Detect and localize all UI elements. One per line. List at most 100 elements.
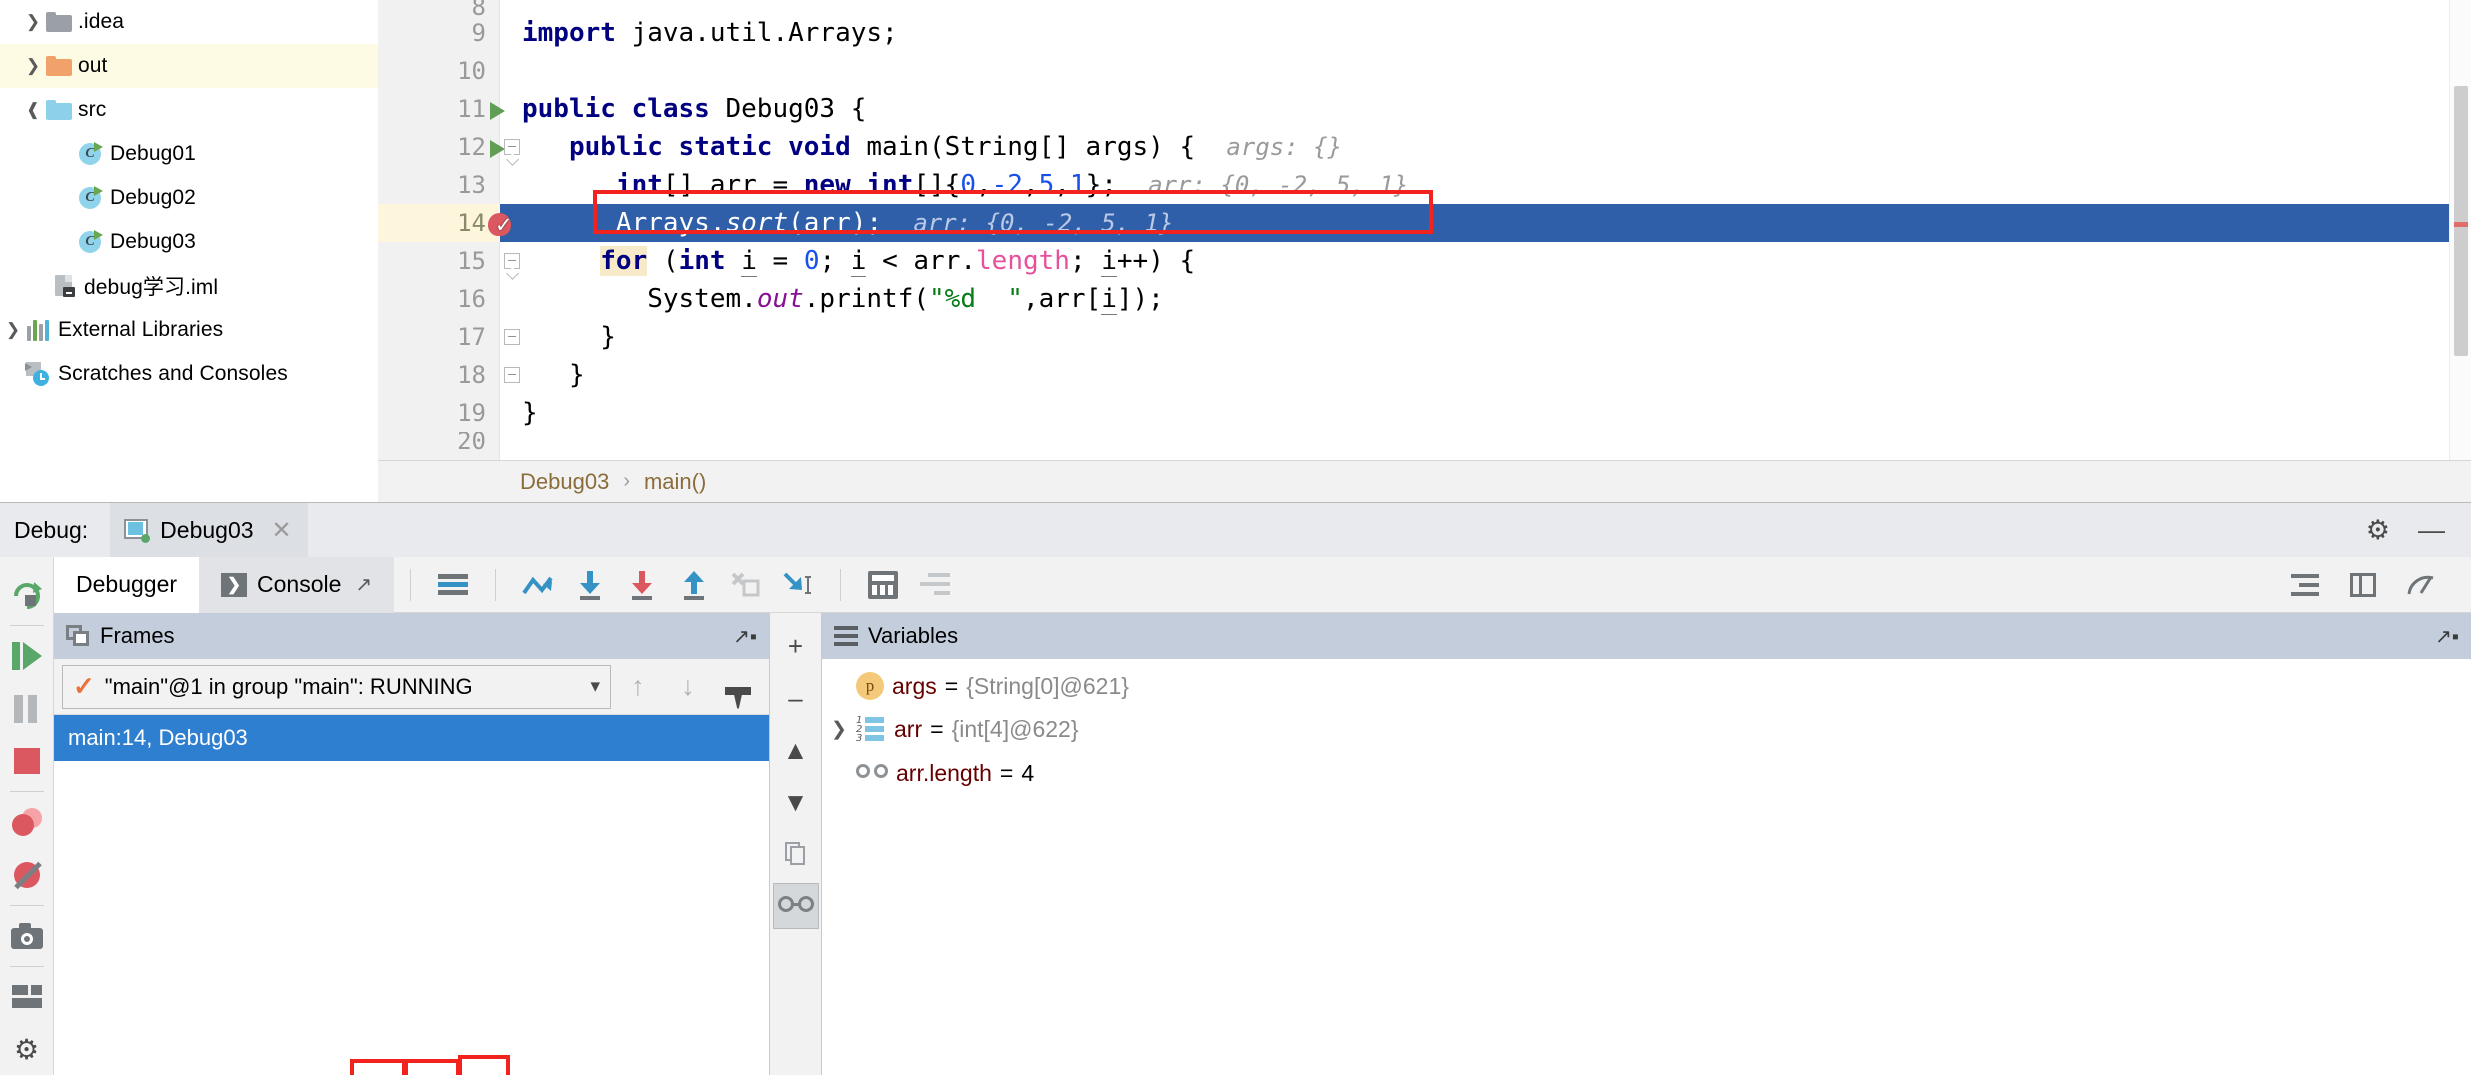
view-breakpoints-button[interactable] bbox=[0, 796, 54, 848]
chevron-right-icon[interactable]: ❯ bbox=[822, 718, 856, 741]
variables-panel[interactable]: Variables ↗▪ p args = {String[0]@621} ❯ … bbox=[822, 613, 2471, 1075]
pin-icon[interactable]: ↗▪ bbox=[733, 624, 757, 649]
sort-lines-button[interactable] bbox=[909, 559, 961, 611]
pin-icon[interactable]: ↗▪ bbox=[2435, 624, 2459, 649]
debugger-tabstrip[interactable]: Debugger ❯ Console ↗ bbox=[54, 557, 2471, 613]
line-number: 15 bbox=[378, 242, 486, 280]
layout-button[interactable] bbox=[0, 971, 54, 1023]
breakpoint-icon[interactable]: ✓ bbox=[488, 210, 513, 236]
settings-button[interactable]: ⚙ bbox=[0, 1024, 54, 1075]
code-line[interactable]: 18 – } bbox=[378, 356, 2471, 394]
code-line[interactable]: 12 – public static void main(String[] ar… bbox=[378, 128, 2471, 166]
rerun-button[interactable] bbox=[0, 569, 54, 621]
thread-dropdown[interactable]: ✓ "main"@1 in group "main": RUNNING ▾ bbox=[62, 665, 611, 709]
frame-list-item[interactable]: main:14, Debug03 bbox=[54, 715, 769, 761]
run-class-gutter-icon[interactable] bbox=[490, 102, 505, 120]
move-up-button[interactable]: ▲ bbox=[773, 727, 819, 773]
breadcrumb-method[interactable]: main() bbox=[644, 469, 706, 495]
minimize-icon[interactable]: — bbox=[2418, 515, 2445, 546]
debug-titlebar-actions: ⚙ — bbox=[2366, 515, 2471, 546]
tree-item-debug02[interactable]: C Debug02 bbox=[0, 176, 378, 220]
step-over-prev-button[interactable] bbox=[512, 559, 564, 611]
mute-breakpoints-button[interactable] bbox=[0, 849, 54, 901]
breadcrumb-class[interactable]: Debug03 bbox=[520, 469, 609, 495]
step-out-button[interactable] bbox=[668, 559, 720, 611]
run-method-gutter-icon[interactable] bbox=[490, 140, 505, 158]
variable-row-args[interactable]: p args = {String[0]@621} bbox=[822, 659, 2471, 703]
gear-icon[interactable]: ⚙ bbox=[2366, 515, 2390, 546]
code-line[interactable]: 16 System.out.printf("%d ",arr[i]); bbox=[378, 280, 2471, 318]
move-down-button[interactable]: ▼ bbox=[773, 779, 819, 825]
variables-actions-column[interactable]: + – ▲ ▼ bbox=[770, 613, 822, 1075]
variable-row-arr-length[interactable]: arr.length = 4 bbox=[822, 747, 2471, 791]
tree-item-external-libraries[interactable]: ❯ External Libraries bbox=[0, 308, 378, 352]
fold-collapse-icon[interactable]: – bbox=[504, 253, 520, 269]
frames-panel[interactable]: Frames ↗▪ ✓ "main"@1 in group "main": RU… bbox=[54, 613, 770, 1075]
frames-list[interactable]: main:14, Debug03 bbox=[54, 715, 769, 1075]
watches-toggle-button[interactable] bbox=[773, 883, 819, 929]
step-over-button[interactable] bbox=[564, 559, 616, 611]
tab-debugger[interactable]: Debugger bbox=[54, 557, 199, 613]
debug-session-tab[interactable]: Debug03 ✕ bbox=[110, 503, 307, 557]
resume-program-button[interactable] bbox=[0, 630, 54, 682]
fold-collapse-icon[interactable]: – bbox=[504, 367, 520, 383]
pause-program-button[interactable] bbox=[0, 683, 54, 735]
frame-down-button[interactable]: ↓ bbox=[665, 664, 711, 710]
layout-columns-button[interactable] bbox=[2337, 559, 2389, 611]
fold-collapse-icon[interactable]: – bbox=[504, 329, 520, 345]
variable-row-arr[interactable]: ❯ 123 arr = {int[4]@622} bbox=[822, 703, 2471, 747]
variables-list[interactable]: p args = {String[0]@621} ❯ 123 arr = {in… bbox=[822, 659, 2471, 1075]
filter-frames-button[interactable] bbox=[715, 664, 761, 710]
debug-actions-sidebar[interactable]: ⚙ bbox=[0, 557, 54, 1075]
tree-item-iml-file[interactable]: debug学习.iml bbox=[0, 264, 378, 308]
tree-item-idea[interactable]: ❯ .idea bbox=[0, 0, 378, 44]
code-content[interactable]: 8 9 import java.util.Arrays; 10 11 publi… bbox=[378, 0, 2471, 460]
force-step-into-button[interactable] bbox=[720, 559, 772, 611]
pin-icon[interactable]: ↗ bbox=[355, 572, 372, 597]
chevron-right-icon[interactable]: ❯ bbox=[20, 56, 46, 76]
stop-icon bbox=[14, 748, 40, 774]
tree-item-scratches[interactable]: Scratches and Consoles bbox=[0, 352, 378, 396]
code-editor[interactable]: 8 9 import java.util.Arrays; 10 11 publi… bbox=[378, 0, 2471, 460]
remove-watch-button[interactable]: – bbox=[773, 675, 819, 721]
close-icon[interactable]: ✕ bbox=[272, 516, 292, 545]
chevron-right-icon[interactable]: ❯ bbox=[0, 320, 26, 340]
error-stripe-mark[interactable] bbox=[2454, 222, 2468, 227]
code-line[interactable]: 15 – for (int i = 0; i < arr.length; i++… bbox=[378, 242, 2471, 280]
add-watch-button[interactable]: + bbox=[773, 623, 819, 669]
scrollbar-thumb[interactable] bbox=[2454, 86, 2468, 356]
code-line[interactable]: 9 import java.util.Arrays; bbox=[378, 14, 2471, 52]
breadcrumb[interactable]: Debug03 › main() bbox=[378, 460, 2471, 502]
editor-scrollbar[interactable] bbox=[2449, 0, 2471, 460]
evaluate-expression-button[interactable] bbox=[857, 559, 909, 611]
tree-item-src[interactable]: ❰ src bbox=[0, 88, 378, 132]
code-line[interactable]: 17 – } bbox=[378, 318, 2471, 356]
tree-item-out[interactable]: ❯ out bbox=[0, 44, 378, 88]
project-tool-window[interactable]: ❯ .idea ❯ out ❰ src C Debug01 C Debug02 bbox=[0, 0, 378, 460]
tab-console[interactable]: ❯ Console ↗ bbox=[199, 557, 394, 613]
screenshot-button[interactable] bbox=[0, 910, 54, 962]
step-into-button[interactable] bbox=[616, 559, 668, 611]
copy-button[interactable] bbox=[773, 831, 819, 877]
code-line[interactable]: 11 public class Debug03 { bbox=[378, 90, 2471, 128]
code-line[interactable]: 8 bbox=[378, 0, 2471, 14]
tree-item-debug03[interactable]: C Debug03 bbox=[0, 220, 378, 264]
tree-item-debug01[interactable]: C Debug01 bbox=[0, 132, 378, 176]
stop-button[interactable] bbox=[0, 735, 54, 787]
frame-up-button[interactable]: ↑ bbox=[615, 664, 661, 710]
run-to-cursor-button[interactable] bbox=[772, 559, 824, 611]
code-line[interactable]: 13 int[] arr = new int[]{0,-2,5,1}; arr:… bbox=[378, 166, 2471, 204]
debugger-right-actions[interactable] bbox=[2279, 559, 2471, 611]
chevron-down-icon[interactable]: ▾ bbox=[590, 675, 600, 698]
settings-lines-button[interactable] bbox=[2279, 559, 2331, 611]
profiler-button[interactable] bbox=[2395, 559, 2447, 611]
thread-selector-row[interactable]: ✓ "main"@1 in group "main": RUNNING ▾ ↑ … bbox=[54, 659, 769, 715]
chevron-down-icon[interactable]: ❰ bbox=[20, 100, 46, 120]
fold-collapse-icon[interactable]: – bbox=[504, 139, 520, 155]
code-line[interactable]: 20 bbox=[378, 432, 2471, 450]
show-execution-point-button[interactable] bbox=[427, 559, 479, 611]
chevron-right-icon[interactable]: ❯ bbox=[20, 12, 46, 32]
code-line[interactable]: 19 } bbox=[378, 394, 2471, 432]
code-line-current[interactable]: 14 ✓ Arrays.sort(arr); arr: {0, -2, 5, 1… bbox=[378, 204, 2471, 242]
code-line[interactable]: 10 bbox=[378, 52, 2471, 90]
